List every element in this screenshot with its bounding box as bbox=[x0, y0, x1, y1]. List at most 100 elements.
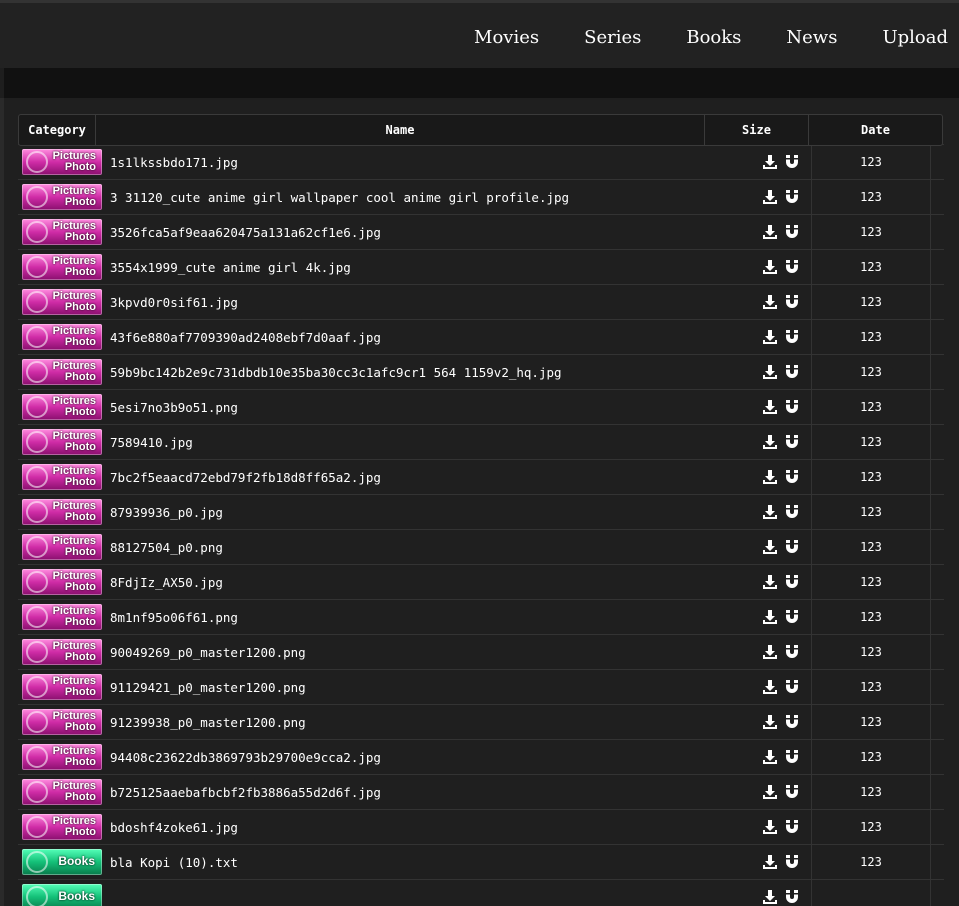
category-badge-pictures[interactable]: PicturesPhoto bbox=[22, 464, 102, 490]
table-row[interactable]: Pictures Photo 94408c23622db3869793b29700e… bbox=[18, 739, 944, 775]
download-icon[interactable] bbox=[762, 679, 778, 695]
magnet-icon[interactable] bbox=[784, 644, 800, 660]
table-row[interactable]: Pictures Photo 3kpvd0r0sif61.jpg 123 bbox=[18, 284, 944, 320]
file-name-link[interactable]: 3526fca5af9eaa620475a131a62cf1e6.jpg bbox=[105, 225, 762, 240]
table-row[interactable]: Books bbox=[18, 879, 944, 906]
file-name-link[interactable]: 8m1nf95o06f61.png bbox=[105, 610, 762, 625]
download-icon[interactable] bbox=[762, 259, 778, 275]
magnet-icon[interactable] bbox=[784, 854, 800, 870]
magnet-icon[interactable] bbox=[784, 399, 800, 415]
table-row[interactable]: Pictures Photo 7bc2f5eaacd72ebd79f2fb18d8f… bbox=[18, 459, 944, 495]
magnet-icon[interactable] bbox=[784, 294, 800, 310]
category-badge-pictures[interactable]: PicturesPhoto bbox=[22, 639, 102, 665]
download-icon[interactable] bbox=[762, 504, 778, 520]
download-icon[interactable] bbox=[762, 644, 778, 660]
magnet-icon[interactable] bbox=[784, 574, 800, 590]
category-badge-pictures[interactable]: PicturesPhoto bbox=[22, 324, 102, 350]
table-row[interactable]: Pictures Photo 59b9bc142b2e9c731dbdb10e35b… bbox=[18, 354, 944, 390]
file-name-link[interactable]: 1s1lkssbdo171.jpg bbox=[105, 155, 762, 170]
category-badge-pictures[interactable]: PicturesPhoto bbox=[22, 219, 102, 245]
table-row[interactable]: Pictures Photo 87939936_p0.jpg 123 bbox=[18, 494, 944, 530]
table-row[interactable]: Pictures Photo 90049269_p0_master1200.png 1… bbox=[18, 634, 944, 670]
magnet-icon[interactable] bbox=[784, 889, 800, 905]
download-icon[interactable] bbox=[762, 854, 778, 870]
table-row[interactable]: Pictures Photo 88127504_p0.png 123 bbox=[18, 529, 944, 565]
table-row[interactable]: Pictures Photo 43f6e880af7709390ad2408ebf7… bbox=[18, 319, 944, 355]
download-icon[interactable] bbox=[762, 469, 778, 485]
nav-news[interactable]: News bbox=[786, 27, 837, 48]
table-row[interactable]: Books bla Kopi (10).txt 123 bbox=[18, 844, 944, 880]
category-badge-pictures[interactable]: PicturesPhoto bbox=[22, 254, 102, 280]
file-name-link[interactable]: 87939936_p0.jpg bbox=[105, 505, 762, 520]
table-row[interactable]: Pictures Photo 8FdjIz_AX50.jpg 123 bbox=[18, 564, 944, 600]
download-icon[interactable] bbox=[762, 329, 778, 345]
download-icon[interactable] bbox=[762, 189, 778, 205]
download-icon[interactable] bbox=[762, 154, 778, 170]
category-badge-pictures[interactable]: PicturesPhoto bbox=[22, 429, 102, 455]
category-badge-pictures[interactable]: PicturesPhoto bbox=[22, 149, 102, 175]
file-name-link[interactable]: b725125aaebafbcbf2fb3886a55d2d6f.jpg bbox=[105, 785, 762, 800]
download-icon[interactable] bbox=[762, 364, 778, 380]
magnet-icon[interactable] bbox=[784, 784, 800, 800]
download-icon[interactable] bbox=[762, 784, 778, 800]
category-badge-pictures[interactable]: PicturesPhoto bbox=[22, 289, 102, 315]
magnet-icon[interactable] bbox=[784, 189, 800, 205]
file-name-link[interactable]: 59b9bc142b2e9c731dbdb10e35ba30cc3c1afc9c… bbox=[105, 365, 762, 380]
download-icon[interactable] bbox=[762, 539, 778, 555]
file-name-link[interactable]: 91239938_p0_master1200.png bbox=[105, 715, 762, 730]
file-name-link[interactable]: 90049269_p0_master1200.png bbox=[105, 645, 762, 660]
magnet-icon[interactable] bbox=[784, 259, 800, 275]
nav-books[interactable]: Books bbox=[686, 27, 741, 48]
table-row[interactable]: Pictures Photo 3 31120_cute anime girl wal… bbox=[18, 179, 944, 215]
file-name-link[interactable]: 3554x1999_cute anime girl 4k.jpg bbox=[105, 260, 762, 275]
magnet-icon[interactable] bbox=[784, 539, 800, 555]
torrent-table[interactable]: Category Name Size Date PicturesPhotoPic… bbox=[18, 114, 944, 906]
magnet-icon[interactable] bbox=[784, 819, 800, 835]
table-row[interactable]: Pictures Photo 5esi7no3b9o51.png 123 bbox=[18, 389, 944, 425]
category-badge-pictures[interactable]: PicturesPhoto bbox=[22, 674, 102, 700]
category-badge-pictures[interactable]: PicturesPhoto bbox=[22, 779, 102, 805]
magnet-icon[interactable] bbox=[784, 154, 800, 170]
category-badge-pictures[interactable]: PicturesPhoto bbox=[22, 814, 102, 840]
category-badge-pictures[interactable]: PicturesPhoto bbox=[22, 709, 102, 735]
category-badge-pictures[interactable]: PicturesPhoto bbox=[22, 569, 102, 595]
magnet-icon[interactable] bbox=[784, 749, 800, 765]
file-name-link[interactable]: 7bc2f5eaacd72ebd79f2fb18d8ff65a2.jpg bbox=[105, 470, 762, 485]
category-badge-books[interactable]: Books bbox=[22, 849, 102, 875]
magnet-icon[interactable] bbox=[784, 504, 800, 520]
download-icon[interactable] bbox=[762, 889, 778, 905]
table-row[interactable]: Pictures Photo 91239938_p0_master1200.png 1… bbox=[18, 704, 944, 740]
header-category[interactable]: Category bbox=[19, 115, 96, 145]
download-icon[interactable] bbox=[762, 819, 778, 835]
download-icon[interactable] bbox=[762, 609, 778, 625]
file-name-link[interactable]: 3kpvd0r0sif61.jpg bbox=[105, 295, 762, 310]
category-badge-pictures[interactable]: PicturesPhoto bbox=[22, 744, 102, 770]
nav-movies[interactable]: Movies bbox=[474, 27, 539, 48]
category-badge-pictures[interactable]: PicturesPhoto bbox=[22, 534, 102, 560]
file-name-link[interactable]: 94408c23622db3869793b29700e9cca2.jpg bbox=[105, 750, 762, 765]
download-icon[interactable] bbox=[762, 574, 778, 590]
magnet-icon[interactable] bbox=[784, 714, 800, 730]
file-name-link[interactable]: 7589410.jpg bbox=[105, 435, 762, 450]
table-row[interactable]: Pictures Photo b725125aaebafbcbf2fb3886a55… bbox=[18, 774, 944, 810]
file-name-link[interactable]: 91129421_p0_master1200.png bbox=[105, 680, 762, 695]
magnet-icon[interactable] bbox=[784, 434, 800, 450]
header-name[interactable]: Name bbox=[96, 115, 705, 145]
table-row[interactable]: Pictures Photo 3526fca5af9eaa620475a131a62… bbox=[18, 214, 944, 250]
category-badge-pictures[interactable]: PicturesPhoto bbox=[22, 359, 102, 385]
category-badge-pictures[interactable]: PicturesPhoto bbox=[22, 394, 102, 420]
download-icon[interactable] bbox=[762, 224, 778, 240]
magnet-icon[interactable] bbox=[784, 364, 800, 380]
table-row[interactable]: Pictures Photo 3554x1999_cute anime girl 4… bbox=[18, 249, 944, 285]
table-row[interactable]: Pictures Photo 91129421_p0_master1200.png 1… bbox=[18, 669, 944, 705]
table-row[interactable]: Pictures Photo 1s1lkssbdo171.jpg 123 bbox=[18, 144, 944, 180]
magnet-icon[interactable] bbox=[784, 679, 800, 695]
file-name-link[interactable]: 5esi7no3b9o51.png bbox=[105, 400, 762, 415]
file-name-link[interactable]: bdoshf4zoke61.jpg bbox=[105, 820, 762, 835]
nav-upload[interactable]: Upload bbox=[882, 27, 948, 48]
download-icon[interactable] bbox=[762, 714, 778, 730]
magnet-icon[interactable] bbox=[784, 224, 800, 240]
file-name-link[interactable]: 88127504_p0.png bbox=[105, 540, 762, 555]
file-name-link[interactable]: 3 31120_cute anime girl wallpaper cool a… bbox=[105, 190, 762, 205]
table-row[interactable]: Pictures Photo bdoshf4zoke61.jpg 123 bbox=[18, 809, 944, 845]
